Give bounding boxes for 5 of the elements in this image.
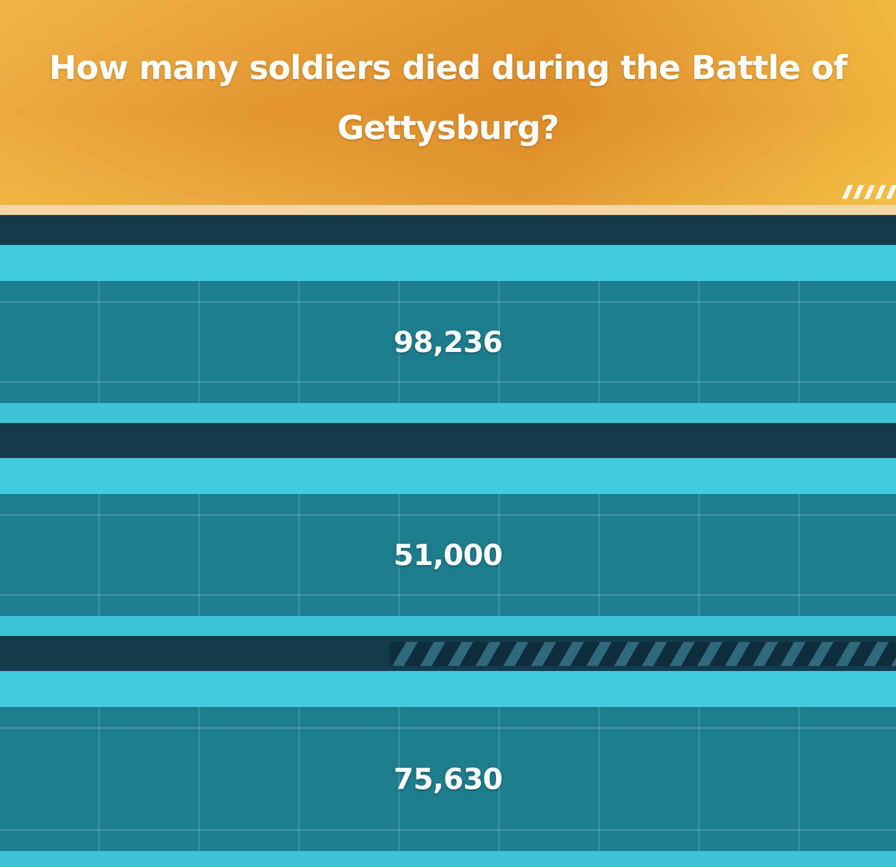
answer-button[interactable]: 75,630	[0, 671, 896, 867]
answer-button[interactable]: 51,000	[0, 458, 896, 636]
answer-button[interactable]: 98,236	[0, 245, 896, 423]
slash-stripes-icon	[842, 185, 896, 199]
question-text: How many soldiers died during the Battle of Gettysburg?	[48, 47, 849, 149]
